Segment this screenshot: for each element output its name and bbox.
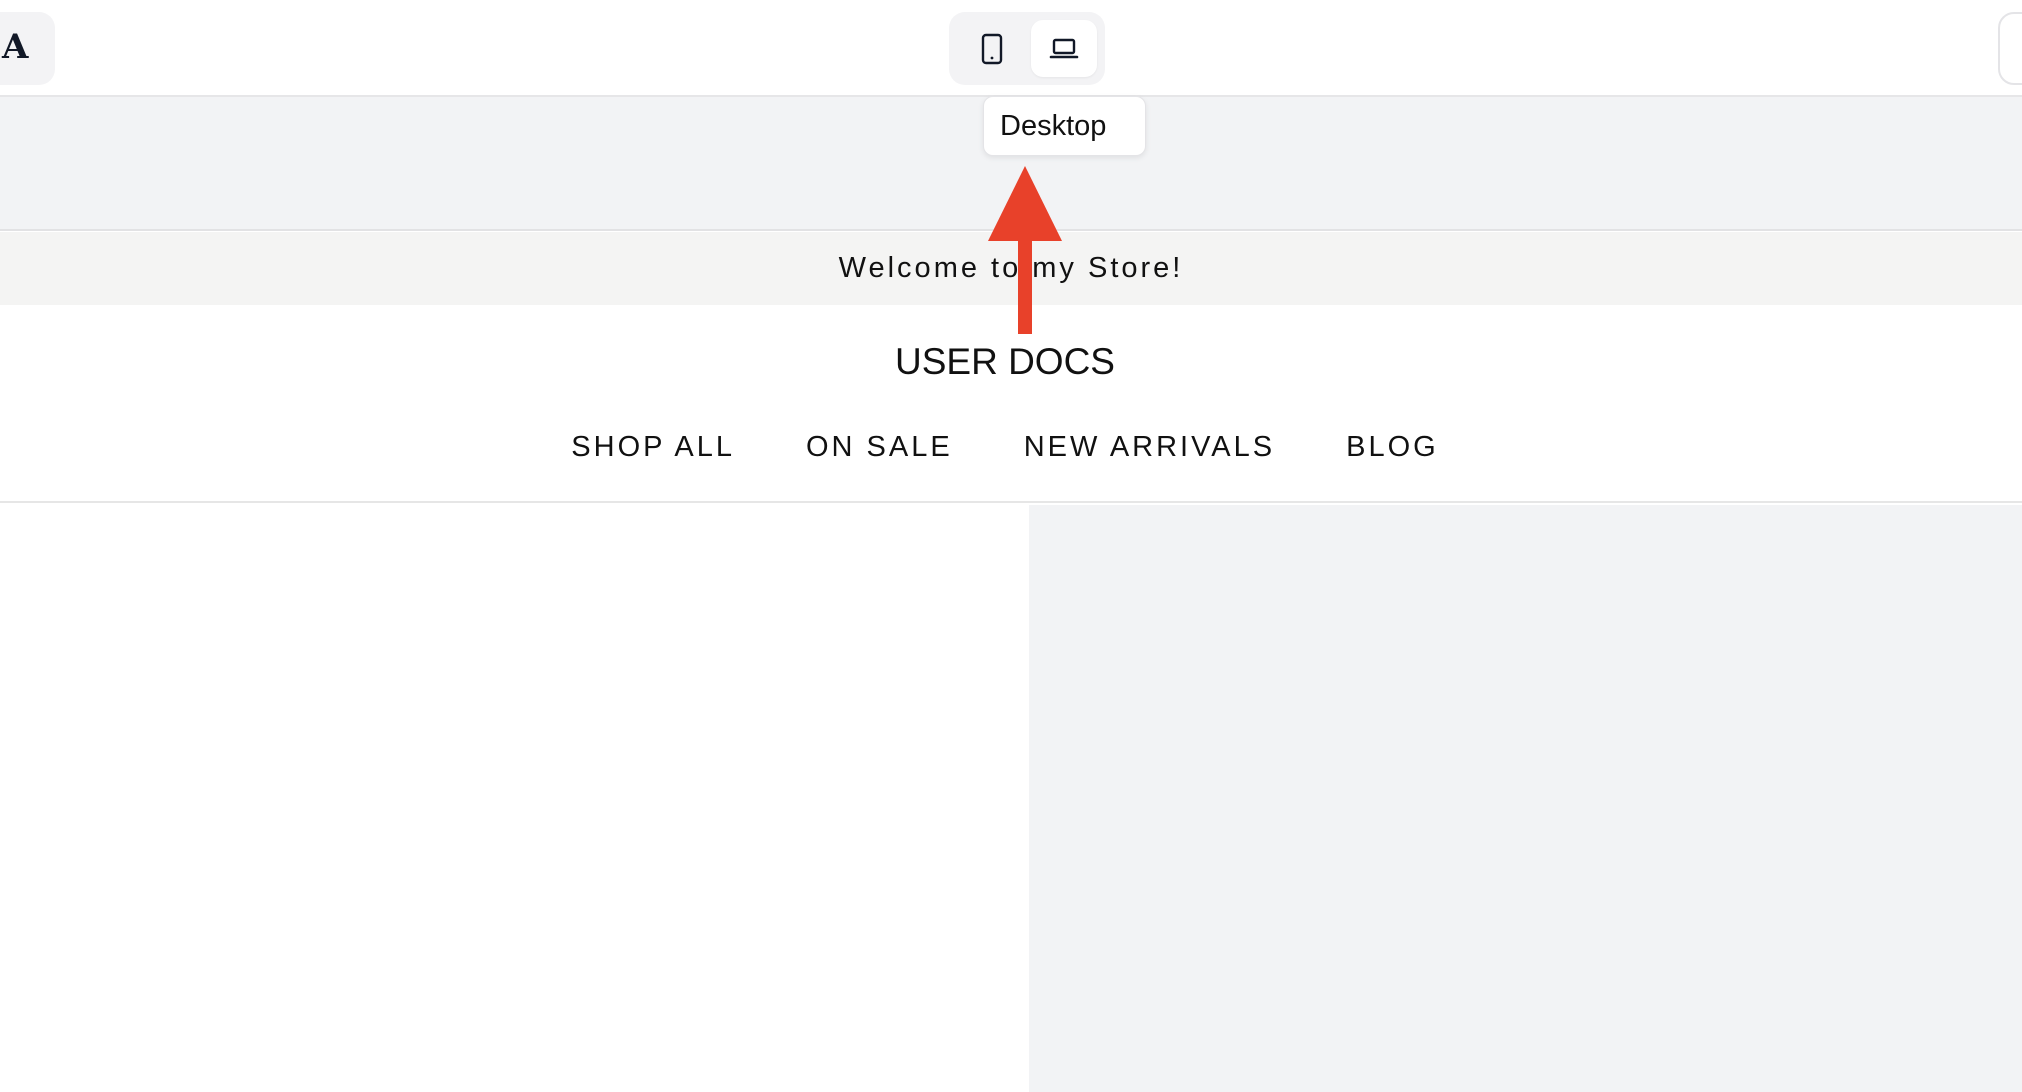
laptop-icon [1049,38,1079,58]
smartphone-icon [981,33,1003,64]
nav-on-sale[interactable]: ON SALE [806,431,953,464]
store-name[interactable]: USER DOCS [0,341,2010,383]
editor-toolbar: A [0,0,2022,97]
nav-shop-all[interactable]: SHOP ALL [571,431,735,464]
nav-blog[interactable]: BLOG [1346,431,1439,464]
toolbar-right-button[interactable] [1998,12,2022,85]
mobile-view-button[interactable] [959,20,1025,77]
nav-new-arrivals[interactable]: NEW ARRIVALS [1024,431,1275,464]
content-right-panel [1029,505,2022,1092]
desktop-tooltip: Desktop [983,96,1146,156]
app-logo-button[interactable]: A [0,12,55,85]
annotation-arrow-icon [988,166,1062,334]
desktop-view-button[interactable] [1031,20,1097,77]
device-toggle [949,12,1105,85]
app-logo-icon: A [2,27,29,67]
content-left-panel [0,505,1029,1092]
main-navigation: SHOP ALL ON SALE NEW ARRIVALS BLOG [0,431,2010,464]
